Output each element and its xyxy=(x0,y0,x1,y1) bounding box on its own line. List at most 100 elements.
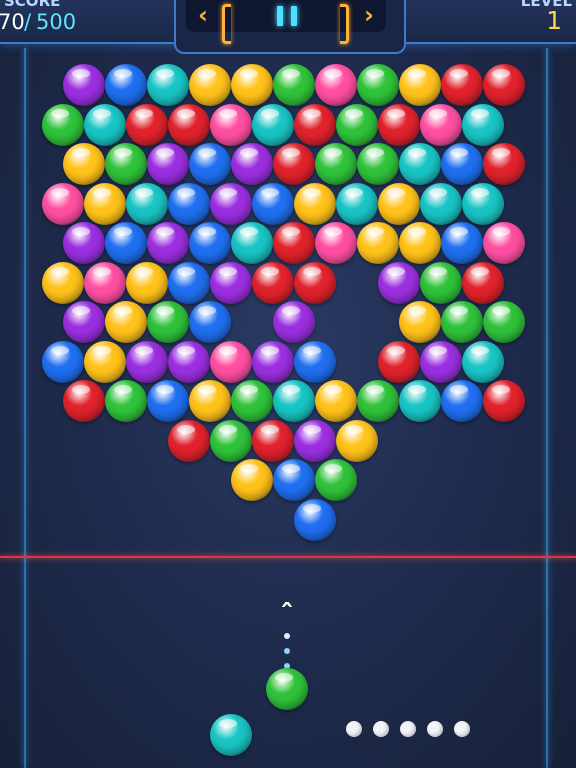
left-bracket-ornament xyxy=(222,4,231,44)
score-current: 70 xyxy=(0,10,25,34)
bubble-red xyxy=(126,103,168,146)
shooter-bubble[interactable] xyxy=(266,668,308,710)
bubble-blue xyxy=(189,143,231,185)
bubble-blue xyxy=(294,498,336,541)
bubble-purple xyxy=(63,222,105,264)
bubble-blue xyxy=(441,380,483,422)
bubble-yellow xyxy=(399,222,441,264)
bubble-green xyxy=(273,64,315,106)
shot-remaining-dot xyxy=(373,721,389,737)
bubble-green xyxy=(147,301,189,343)
bubble-purple xyxy=(126,340,168,383)
bubble-purple xyxy=(420,340,462,383)
bubble-cyan xyxy=(84,103,126,146)
deadline-line xyxy=(0,556,576,558)
bubble-red xyxy=(63,380,105,422)
bubble-red xyxy=(378,103,420,146)
level-value: 1 xyxy=(546,6,562,35)
chevron-right-icon[interactable]: › xyxy=(356,0,382,32)
bubble-green xyxy=(357,64,399,106)
bubble-yellow xyxy=(399,301,441,343)
bubble-yellow xyxy=(378,182,420,225)
bubble-yellow xyxy=(84,182,126,225)
bubble-red xyxy=(273,222,315,264)
bubble-cyan xyxy=(336,182,378,225)
bubble-purple xyxy=(210,182,252,225)
bubble-yellow xyxy=(294,182,336,225)
bubble-red xyxy=(273,143,315,185)
bubble-purple xyxy=(168,340,210,383)
bubble-yellow xyxy=(231,459,273,501)
bubble-purple xyxy=(294,419,336,462)
shot-remaining-dot xyxy=(400,721,416,737)
bubble-red xyxy=(168,419,210,462)
score-target: 500 xyxy=(36,10,77,34)
right-wall xyxy=(546,48,548,768)
bubble-red xyxy=(483,143,525,185)
bubble-red xyxy=(441,64,483,106)
bubble-cyan xyxy=(231,222,273,264)
shot-remaining-dot xyxy=(454,721,470,737)
bubble-purple xyxy=(378,261,420,304)
bubble-cyan xyxy=(420,182,462,225)
chevron-left-icon[interactable]: ‹ xyxy=(190,0,216,32)
bubble-green xyxy=(315,143,357,185)
bubble-blue xyxy=(441,222,483,264)
bubble-red xyxy=(294,103,336,146)
bubble-purple xyxy=(231,143,273,185)
score-separator: / xyxy=(24,10,32,34)
bubble-blue xyxy=(105,64,147,106)
bubble-pink xyxy=(210,103,252,146)
bubble-cyan xyxy=(462,103,504,146)
bubble-blue xyxy=(252,182,294,225)
bubble-purple xyxy=(252,340,294,383)
game-board[interactable]: SCORE 70 / 500 LEVEL 1 ‹ › ˆ xyxy=(0,0,576,768)
bubble-purple xyxy=(210,261,252,304)
bubble-yellow xyxy=(399,64,441,106)
bubble-blue xyxy=(105,222,147,264)
bubble-blue xyxy=(147,380,189,422)
bubble-blue xyxy=(294,340,336,383)
bubble-blue xyxy=(168,261,210,304)
score-label: SCORE xyxy=(4,0,61,10)
pause-icon xyxy=(277,6,283,26)
bubble-pink xyxy=(483,222,525,264)
bubble-yellow xyxy=(336,419,378,462)
bubble-pink xyxy=(42,182,84,225)
bubble-green xyxy=(420,261,462,304)
bubble-purple xyxy=(273,301,315,343)
chevron-up-icon: ˆ xyxy=(280,598,294,631)
bubble-cyan xyxy=(252,103,294,146)
bubble-red xyxy=(168,103,210,146)
bubble-yellow xyxy=(42,261,84,304)
bubble-yellow xyxy=(189,64,231,106)
bubble-cyan xyxy=(462,182,504,225)
bubble-yellow xyxy=(357,222,399,264)
pause-button[interactable] xyxy=(266,0,310,32)
bubble-red xyxy=(462,261,504,304)
bubble-green xyxy=(315,459,357,501)
bubble-cyan xyxy=(147,64,189,106)
bubble-cyan xyxy=(399,380,441,422)
aim-guide-dot xyxy=(284,633,290,639)
bubble-red xyxy=(483,380,525,422)
bubble-pink xyxy=(210,340,252,383)
bubble-cyan xyxy=(462,340,504,383)
bubble-red xyxy=(378,340,420,383)
bubble-pink xyxy=(315,222,357,264)
bubble-green xyxy=(210,419,252,462)
bubble-purple xyxy=(147,222,189,264)
bubble-yellow xyxy=(315,380,357,422)
bubble-green xyxy=(357,380,399,422)
bubble-green xyxy=(42,103,84,146)
bubble-pink xyxy=(84,261,126,304)
bubble-green xyxy=(231,380,273,422)
bubble-cyan xyxy=(126,182,168,225)
shot-remaining-dot xyxy=(346,721,362,737)
bubble-pink xyxy=(315,64,357,106)
bubble-green xyxy=(441,301,483,343)
next-bubble[interactable] xyxy=(210,714,252,756)
bubble-purple xyxy=(63,64,105,106)
bubble-red xyxy=(294,261,336,304)
shot-remaining-dot xyxy=(427,721,443,737)
